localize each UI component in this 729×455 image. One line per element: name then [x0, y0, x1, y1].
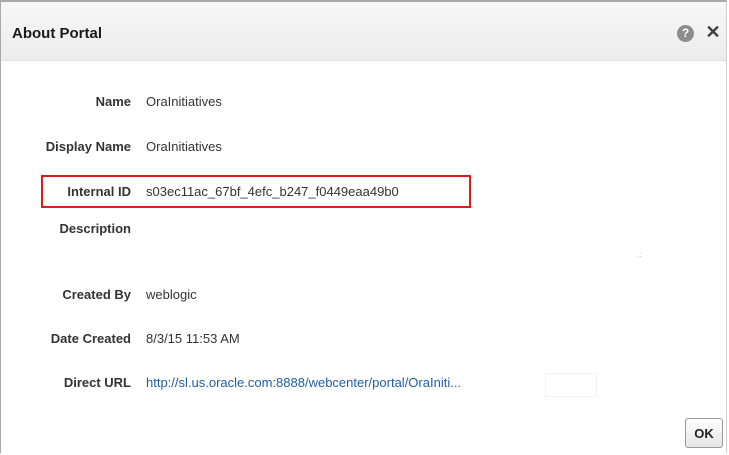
about-portal-dialog: About Portal ? ✕ Name OraInitiatives Dis… — [0, 0, 727, 453]
close-icon[interactable]: ✕ — [704, 22, 722, 42]
created-by-value: weblogic — [146, 287, 197, 302]
display-name-label: Display Name — [45, 139, 131, 154]
display-name-value: OraInitiatives — [146, 139, 222, 154]
internal-id-value: s03ec11ac_67bf_4efc_b247_f0449eaa49b0 — [146, 184, 399, 199]
dialog-title: About Portal — [12, 25, 102, 42]
date-created-value: 8/3/15 11:53 AM — [146, 331, 240, 346]
internal-id-label: Internal ID — [67, 184, 131, 199]
created-by-label: Created By — [62, 287, 131, 302]
direct-url-label: Direct URL — [63, 375, 131, 390]
help-icon[interactable]: ? — [677, 25, 694, 42]
ok-button[interactable]: OK — [685, 418, 723, 448]
name-value: OraInitiatives — [146, 94, 222, 109]
resize-grip-icon[interactable]: .: — [637, 251, 647, 262]
date-created-label: Date Created — [50, 331, 131, 346]
name-label: Name — [95, 94, 131, 109]
description-label: Description — [59, 221, 131, 236]
direct-url-field — [545, 373, 597, 397]
dialog-titlebar: About Portal ? ✕ — [1, 2, 726, 61]
direct-url-link[interactable]: http://sl.us.oracle.com:8888/webcenter/p… — [146, 375, 461, 390]
